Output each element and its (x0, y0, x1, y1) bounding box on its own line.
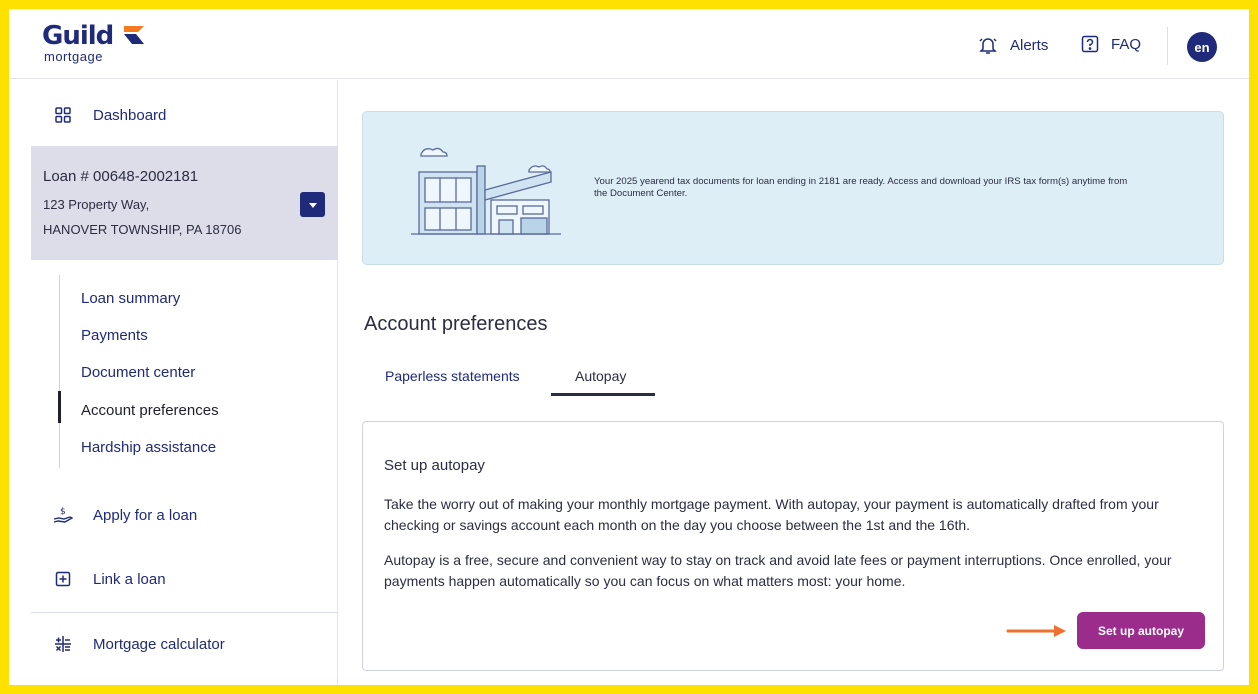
tab-autopay[interactable]: Autopay (575, 368, 626, 384)
loan-sub-nav: Loan summary Payments Document center Ac… (58, 275, 329, 468)
plus-box-icon (53, 569, 73, 589)
active-indicator (58, 391, 61, 423)
banner-message: Your 2025 yearend tax documents for loan… (594, 176, 1128, 199)
faq-link[interactable]: FAQ (1081, 35, 1141, 53)
sidebar-item-label: Apply for a loan (93, 506, 198, 524)
set-up-autopay-button[interactable]: Set up autopay (1077, 612, 1205, 649)
language-avatar[interactable]: en (1187, 32, 1217, 62)
sidebar-item-label: Mortgage calculator (93, 635, 225, 653)
help-icon (1081, 35, 1099, 53)
loan-dropdown-button[interactable] (300, 192, 325, 217)
sidebar-divider (31, 612, 338, 613)
loan-address-line1: 123 Property Way, (43, 197, 150, 212)
sidebar-item-link-loan[interactable]: Link a loan (53, 569, 166, 589)
loan-address-line2: HANOVER TOWNSHIP, PA 18706 (43, 222, 242, 237)
sidebar-item-calculator[interactable]: Mortgage calculator (53, 634, 225, 654)
autopay-card: Set up autopay Take the worry out of mak… (362, 421, 1224, 671)
header-divider (1167, 27, 1168, 65)
sub-nav-account-preferences[interactable]: Account preferences (81, 402, 219, 419)
sub-nav-loan-summary[interactable]: Loan summary (81, 290, 180, 307)
app-frame: Guild mortgage Alerts FAQ en Dashboard L… (9, 9, 1249, 685)
active-tab-underline (551, 393, 655, 396)
card-description-1: Take the worry out of making your monthl… (384, 496, 1159, 533)
sidebar-item-dashboard[interactable]: Dashboard (53, 105, 166, 125)
hand-dollar-icon: $ (53, 505, 73, 525)
sidebar-item-label: Dashboard (93, 106, 167, 124)
top-header: Guild mortgage Alerts FAQ en (9, 9, 1249, 79)
house-illustration-icon (411, 147, 561, 235)
card-title: Set up autopay (384, 457, 485, 474)
svg-text:$: $ (60, 507, 66, 517)
logo-wordmark: Guild (42, 21, 114, 51)
sub-nav-document-center[interactable]: Document center (81, 364, 195, 381)
calculator-icon (53, 634, 73, 654)
sidebar-item-label: Link a loan (93, 570, 166, 588)
grid-icon (53, 105, 73, 125)
sidebar: Dashboard Loan # 00648-2002181 123 Prope… (9, 80, 338, 685)
sub-nav-hardship-assistance[interactable]: Hardship assistance (81, 439, 216, 456)
logo-flag-icon (124, 26, 144, 44)
sidebar-item-apply[interactable]: $ Apply for a loan (53, 505, 197, 525)
loan-selector-card: Loan # 00648-2002181 123 Property Way, H… (31, 146, 338, 260)
tab-paperless-statements[interactable]: Paperless statements (385, 368, 520, 384)
chevron-down-icon (308, 202, 317, 208)
sub-nav-payments[interactable]: Payments (81, 327, 148, 344)
card-description-2: Autopay is a free, secure and convenient… (384, 552, 1172, 589)
bell-icon (979, 38, 997, 54)
tax-documents-banner: Your 2025 yearend tax documents for loan… (362, 111, 1224, 265)
alerts-label: Alerts (1010, 36, 1049, 54)
faq-label: FAQ (1111, 35, 1142, 53)
alerts-link[interactable]: Alerts (978, 35, 1048, 55)
arrow-right-icon (1006, 625, 1066, 637)
guild-mortgage-logo[interactable]: Guild mortgage (42, 21, 162, 69)
page-title: Account preferences (364, 313, 548, 335)
logo-subtext: mortgage (44, 49, 103, 64)
loan-number: Loan # 00648-2002181 (43, 168, 199, 185)
